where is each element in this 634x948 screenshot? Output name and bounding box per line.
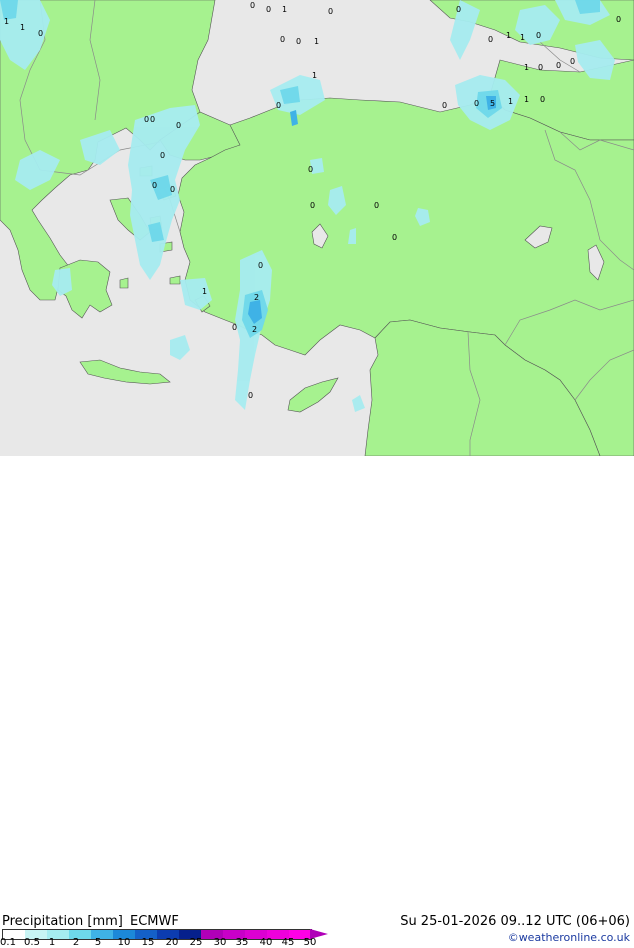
- station-value-label: 0: [170, 185, 175, 194]
- scale-tick-label: 20: [165, 937, 179, 948]
- scale-tick-label: 15: [141, 937, 155, 948]
- scale-tick-label: 5: [94, 937, 102, 948]
- station-value-label: 0: [308, 165, 313, 174]
- scale-tick-label: 40: [259, 937, 273, 948]
- map-footer: Precipitation [mm] ECMWF Su 25-01-2026 0…: [0, 456, 634, 948]
- station-value-label: 0: [176, 121, 181, 130]
- scale-tick-label: 0.5: [24, 937, 40, 948]
- scale-tick-label: 10: [117, 937, 131, 948]
- station-value-label: 0: [328, 7, 333, 16]
- station-value-label: 0: [456, 5, 461, 14]
- station-value-label: 1: [202, 287, 207, 296]
- land-naxos: [119, 277, 129, 289]
- scale-tick-label: 2: [72, 937, 80, 948]
- valid-time: Su 25-01-2026 09..12 UTC (06+06): [400, 914, 630, 929]
- station-value-label: 0: [536, 31, 541, 40]
- credit-link[interactable]: ©weatheronline.co.uk: [508, 931, 630, 945]
- station-value-label: 2: [254, 293, 259, 302]
- station-value-label: 1: [524, 95, 529, 104]
- station-value-label: 1: [314, 37, 319, 46]
- station-value-label: 0: [280, 35, 285, 44]
- station-value-label: 0: [276, 101, 281, 110]
- station-value-label: 0: [250, 1, 255, 10]
- station-value-label: 1: [508, 97, 513, 106]
- scale-tick-label: 25: [189, 937, 203, 948]
- station-value-label: 0: [310, 201, 315, 210]
- station-value-label: 0: [296, 37, 301, 46]
- station-value-label: 0: [442, 101, 447, 110]
- station-value-label: 5: [490, 99, 495, 108]
- station-value-label: 0: [144, 115, 149, 124]
- precipitation-map: 11010 010 05 1 1 0000 1 1 01220100000000 00001000…: [0, 0, 634, 456]
- station-value-label: 0: [538, 63, 543, 72]
- station-value-label: 1: [312, 71, 317, 80]
- station-value-label: 0: [38, 29, 43, 38]
- station-value-label: 0: [248, 391, 253, 400]
- scale-tick-label: 30: [213, 937, 227, 948]
- scale-tick-label: 35: [235, 937, 249, 948]
- station-value-label: 1: [520, 33, 525, 42]
- station-value-label: 0: [616, 15, 621, 24]
- station-value-label: 0: [232, 323, 237, 332]
- station-value-label: 0: [258, 261, 263, 270]
- station-value-label: 0: [374, 201, 379, 210]
- station-value-label: 0: [488, 35, 493, 44]
- precipitation-title: Precipitation [mm]: [2, 914, 123, 929]
- scale-tick-label: 45: [281, 937, 295, 948]
- station-value-label: 0: [474, 99, 479, 108]
- scale-tick-label: 0.1: [0, 937, 16, 948]
- station-value-label: 0: [160, 151, 165, 160]
- station-value-label: 1: [282, 5, 287, 14]
- station-value-label: 0: [556, 61, 561, 70]
- station-value-label: 0: [392, 233, 397, 242]
- station-value-label: 1: [506, 31, 511, 40]
- station-value-label: 0: [150, 115, 155, 124]
- scale-tick-label: 50: [303, 937, 317, 948]
- weather-map-screen: 1101001005110000110122010000000000001000…: [0, 0, 634, 948]
- station-value-label: 0: [152, 181, 157, 190]
- station-value-label: 0: [570, 57, 575, 66]
- station-value-label: 1: [524, 63, 529, 72]
- station-value-label: 1: [4, 17, 9, 26]
- station-value-label: 0: [266, 5, 271, 14]
- scale-tick-label: 1: [48, 937, 56, 948]
- station-value-label: 0: [540, 95, 545, 104]
- station-value-label: 2: [252, 325, 257, 334]
- station-value-label: 1: [20, 23, 25, 32]
- model-name: ECMWF: [130, 914, 179, 929]
